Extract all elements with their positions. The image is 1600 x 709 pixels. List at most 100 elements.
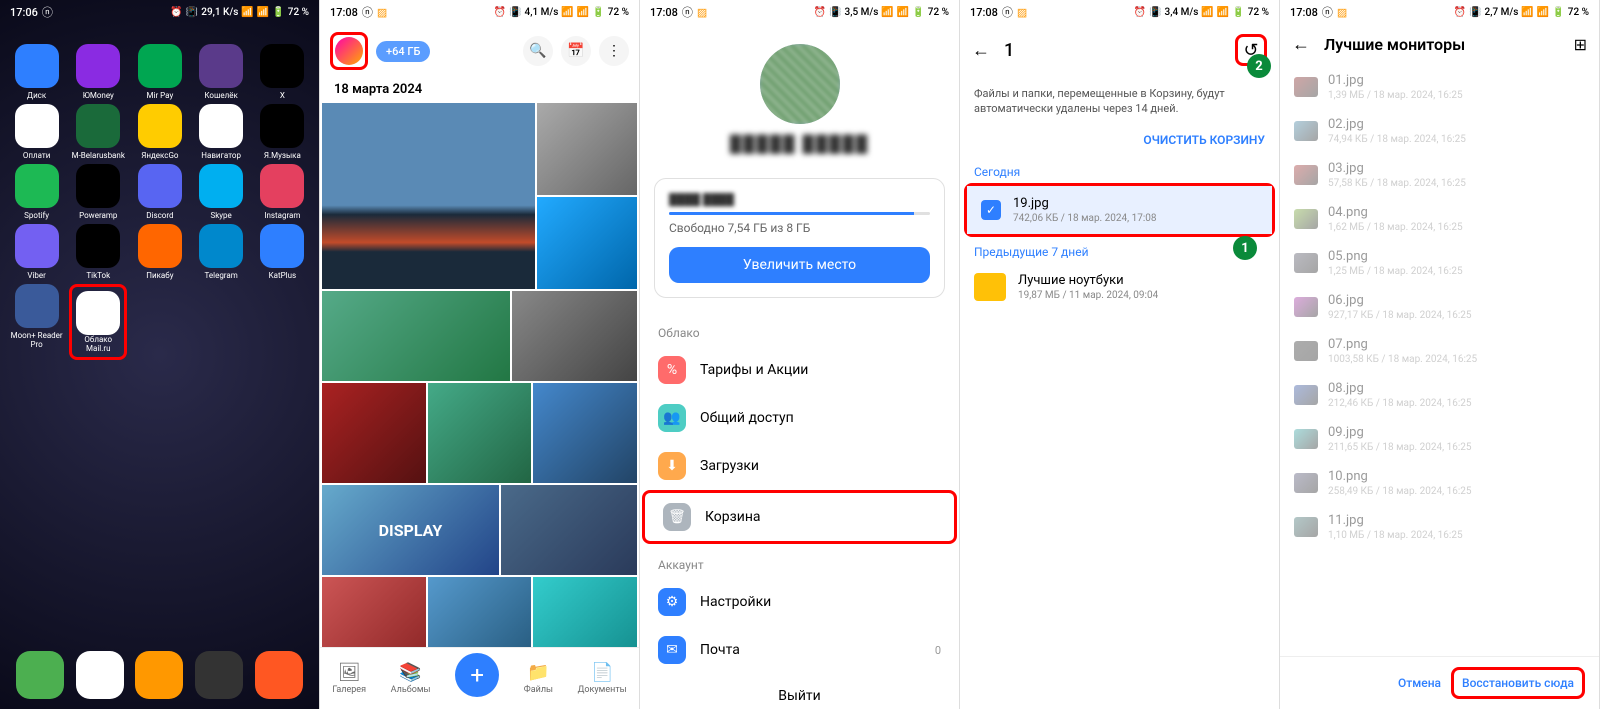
menu-shared[interactable]: 👥Общий доступ <box>640 394 959 442</box>
search-button[interactable]: 🔍 <box>523 36 553 66</box>
app-icon[interactable]: ЯндексGo <box>131 104 188 160</box>
menu-tariffs[interactable]: %Тарифы и Акции <box>640 346 959 394</box>
photo-thumb[interactable] <box>537 197 637 289</box>
app-icon[interactable]: Spotify <box>8 164 65 220</box>
menu-downloads[interactable]: ⬇Загрузки <box>640 442 959 490</box>
file-list-item[interactable]: 09.jpg211,65 КБ / 18 мар. 2024, 16:25 <box>1280 417 1599 461</box>
app-icon[interactable]: Skype <box>193 164 250 220</box>
calendar-button[interactable]: 📅 <box>561 36 591 66</box>
restore-here-button[interactable]: Восстановить сюда <box>1454 670 1582 696</box>
file-meta: 211,65 КБ / 18 мар. 2024, 16:25 <box>1328 442 1472 453</box>
app-label: Облако Mail.ru <box>76 335 120 353</box>
logout-button[interactable]: Выйти <box>640 674 959 709</box>
annotation-2: 2 <box>1247 54 1271 78</box>
add-button[interactable]: + <box>455 653 499 697</box>
storage-badge[interactable]: +64 ГБ <box>376 41 430 62</box>
file-meta: 212,46 КБ / 18 мар. 2024, 16:25 <box>1328 398 1472 409</box>
restore-destination-screen: 17:08ⓝ▨ ⏰📳2,7 M/s📶📶🔋72 % ← Лучшие монито… <box>1280 0 1600 709</box>
new-folder-button[interactable]: ⊞ <box>1574 35 1587 54</box>
menu-trash[interactable]: 🗑Корзина <box>645 493 954 541</box>
menu-settings[interactable]: ⚙Настройки <box>640 578 959 626</box>
camera-app[interactable] <box>195 651 243 699</box>
file-list-item[interactable]: 05.png1,25 МБ / 18 мар. 2024, 16:25 <box>1280 241 1599 285</box>
file-list-item[interactable]: 02.jpg74,94 КБ / 18 мар. 2024, 16:25 <box>1280 109 1599 153</box>
photo-thumb[interactable] <box>533 383 637 483</box>
photo-thumb[interactable] <box>428 383 532 483</box>
app-label: TikTok <box>86 271 110 280</box>
back-button[interactable]: ← <box>972 40 990 61</box>
file-list-item[interactable]: 10.png258,49 КБ / 18 мар. 2024, 16:25 <box>1280 461 1599 505</box>
photo-thumb[interactable] <box>322 103 535 289</box>
trash-highlight: 🗑Корзина <box>642 490 957 544</box>
file-list-item[interactable]: 03.jpg57,58 КБ / 18 мар. 2024, 16:25 <box>1280 153 1599 197</box>
profile-avatar-large[interactable] <box>760 44 840 124</box>
app-icon[interactable]: X <box>254 44 311 100</box>
nav-albums[interactable]: 📚Альбомы <box>391 662 431 695</box>
back-button[interactable]: ← <box>1292 34 1310 55</box>
cancel-button[interactable]: Отмена <box>1398 676 1441 690</box>
app-icon[interactable]: Диск <box>8 44 65 100</box>
clear-trash-link[interactable]: ОЧИСТИТЬ КОРЗИНУ <box>960 127 1279 157</box>
bottom-bar: Отмена Восстановить сюда <box>1280 656 1599 709</box>
app-icon[interactable]: Moon+ Reader Pro <box>8 284 65 360</box>
file-list-item[interactable]: 04.png1,62 МБ / 18 мар. 2024, 16:25 <box>1280 197 1599 241</box>
app-icon[interactable]: Instagram <box>254 164 311 220</box>
app-icon-glyph <box>138 164 182 208</box>
app-icon[interactable]: Облако Mail.ru <box>69 284 127 360</box>
more-button[interactable]: ⋮ <box>599 36 629 66</box>
app-icon[interactable]: M-Belarusbank <box>69 104 127 160</box>
file-thumb <box>1294 473 1318 493</box>
menu-mail[interactable]: ✉Почта0 <box>640 626 959 674</box>
file-thumb <box>1294 341 1318 361</box>
app-icon[interactable]: Пикабу <box>131 224 188 280</box>
phone-app[interactable] <box>16 651 64 699</box>
file-list-item[interactable]: 08.jpg212,46 КБ / 18 мар. 2024, 16:25 <box>1280 373 1599 417</box>
photo-thumb[interactable] <box>322 291 510 381</box>
app-icon[interactable]: Оплати <box>8 104 65 160</box>
folder-item[interactable]: Лучшие ноутбуки 19,87 МБ / 11 мар. 2024,… <box>960 263 1279 311</box>
photo-thumb[interactable] <box>537 103 637 195</box>
app-icon[interactable]: Poweramp <box>69 164 127 220</box>
storage-progress <box>669 212 930 215</box>
file-name: 07.png <box>1328 337 1477 352</box>
file-list-item[interactable]: 06.jpg927,17 КБ / 18 мар. 2024, 16:25 <box>1280 285 1599 329</box>
app-icon[interactable]: Telegram <box>193 224 250 280</box>
profile-avatar[interactable] <box>335 37 363 65</box>
app-label: KatPlus <box>269 271 297 280</box>
section-account: Аккаунт <box>640 544 959 578</box>
photo-thumb[interactable] <box>512 291 637 381</box>
net-speed: 29,1 K/s <box>201 7 238 18</box>
app-icon-glyph <box>15 164 59 208</box>
app-icon[interactable]: Навигатор <box>193 104 250 160</box>
file-meta: 1003,58 КБ / 18 мар. 2024, 16:25 <box>1328 354 1477 365</box>
checkbox-checked[interactable]: ✓ <box>981 200 1001 220</box>
app-icon[interactable]: Я.Музыка <box>254 104 311 160</box>
file-list-item[interactable]: 07.png 1003,58 КБ / 18 мар. 2024, 16:25 <box>1280 329 1599 373</box>
info-banner: Файлы и папки, перемещенные в Корзину, б… <box>960 76 1279 127</box>
alarm-icon: ⏰ <box>1134 7 1146 18</box>
contacts-app[interactable] <box>135 651 183 699</box>
firefox-app[interactable] <box>255 651 303 699</box>
app-icon[interactable]: KatPlus <box>254 224 311 280</box>
file-list-item[interactable]: 11.jpg1,10 МБ / 18 мар. 2024, 16:25 <box>1280 505 1599 549</box>
messages-app[interactable] <box>76 651 124 699</box>
battery-pct: 72 % <box>1568 7 1589 18</box>
app-icon[interactable]: Viber <box>8 224 65 280</box>
photo-thumb[interactable] <box>501 485 637 575</box>
expand-storage-button[interactable]: Увеличить место <box>669 247 930 283</box>
file-name: 04.png <box>1328 205 1463 220</box>
app-icon[interactable]: Discord <box>131 164 188 220</box>
nav-gallery[interactable]: 🖼Галерея <box>332 662 366 695</box>
app-icon-glyph <box>199 44 243 88</box>
file-list-item[interactable]: 01.jpg1,39 МБ / 18 мар. 2024, 16:25 <box>1280 65 1599 109</box>
photo-thumb[interactable] <box>322 383 426 483</box>
app-icon[interactable]: Mir Pay <box>131 44 188 100</box>
app-icon[interactable]: TikTok <box>69 224 127 280</box>
photo-thumb[interactable]: DISPLAY <box>322 485 499 575</box>
file-item-selected[interactable]: ✓ 19.jpg 742,06 КБ / 18 мар. 2024, 17:08 <box>967 186 1272 234</box>
file-thumb <box>1294 77 1318 97</box>
app-icon[interactable]: Кошелёк <box>193 44 250 100</box>
nav-files[interactable]: 📁Файлы <box>524 662 553 695</box>
app-icon[interactable]: ЮMoney <box>69 44 127 100</box>
nav-documents[interactable]: 📄Документы <box>578 662 627 695</box>
